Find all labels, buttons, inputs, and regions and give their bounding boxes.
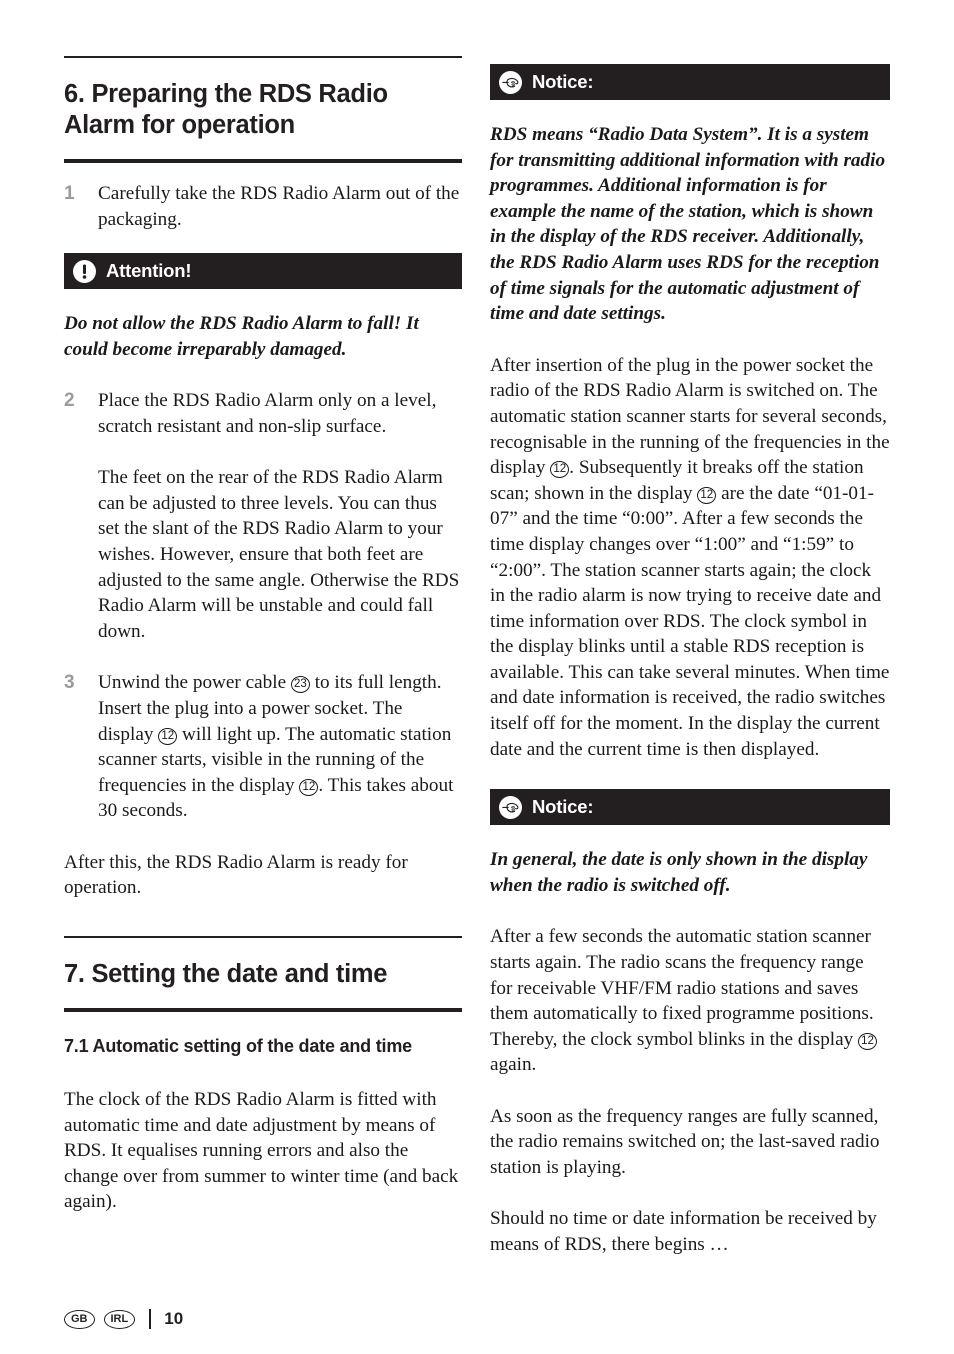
reference-number-23: 23 (290, 676, 310, 694)
list-item-number: 1 (64, 183, 75, 204)
section6-heading: 6. Preparing the RDS Radio Alarm for ope… (64, 80, 388, 139)
section71-heading: 7.1 Automatic setting of the date and ti… (64, 1036, 412, 1057)
list-item-number: 3 (64, 672, 75, 694)
attention-callout-label: Attention! (106, 260, 192, 282)
locale-badge-gb: GB (64, 1309, 95, 1329)
notice-callout-bar: Notice: (490, 64, 890, 100)
notice-callout-bar: Notice: (490, 789, 890, 826)
footer-divider (149, 1309, 152, 1329)
closing-paragraph: After this, the RDS Radio Alarm is ready… (64, 851, 408, 899)
exclamation-circle-icon (73, 259, 96, 283)
reference-number-12: 12 (299, 778, 319, 796)
section71-paragraph: The clock of the RDS Radio Alarm is fitt… (64, 1089, 459, 1213)
list-item-body: Carefully take the RDS Radio Alarm out o… (98, 181, 462, 232)
list-item: 3 Unwind the power cable 23 to its full … (64, 670, 462, 824)
para2-part2: again. (490, 1054, 537, 1076)
list-item-text: Unwind the power cable 23 to its full le… (98, 670, 462, 824)
list-item-body: Place the RDS Radio Alarm only on a leve… (98, 388, 462, 644)
reference-number-12: 12 (697, 486, 717, 504)
section7-heading: 7. Setting the date and time (64, 960, 388, 989)
notice1-text: RDS means “Radio Data System”. It is a s… (490, 124, 886, 325)
section6-top-rule (64, 56, 462, 58)
document-page: 6. Preparing the RDS Radio Alarm for ope… (0, 0, 954, 1354)
left-column: 6. Preparing the RDS Radio Alarm for ope… (64, 56, 462, 1215)
attention-callout-bar: Attention! (64, 253, 462, 290)
right-column: Notice: RDS means “Radio Data System”. I… (490, 56, 890, 1257)
pointing-hand-icon (499, 795, 522, 819)
list-item: 1 Carefully take the RDS Radio Alarm out… (64, 181, 462, 232)
para1-part3: are the date “01-01-07” and the time “0:… (490, 482, 890, 760)
notice2-text: In general, the date is only shown in th… (490, 849, 868, 896)
list-item-text: Place the RDS Radio Alarm only on a leve… (98, 390, 437, 437)
list-item-body: Unwind the power cable 23 to its full le… (98, 670, 462, 824)
reference-number-12: 12 (858, 1032, 878, 1050)
attention-callout-text: Do not allow the RDS Radio Alarm to fall… (64, 313, 419, 360)
notice-callout-label: Notice: (532, 796, 594, 818)
list-item-text: Carefully take the RDS Radio Alarm out o… (98, 183, 460, 230)
notice-callout-label: Notice: (532, 71, 594, 92)
page-number: 10 (164, 1309, 184, 1328)
page-footer: GB IRL 10 (64, 1306, 183, 1332)
list-item-number: 2 (64, 390, 75, 412)
right-paragraph-4: Should no time or date information be re… (490, 1207, 877, 1255)
pointing-hand-icon (499, 70, 522, 94)
reference-number-12: 12 (550, 461, 570, 479)
section7-top-rule (64, 936, 462, 939)
right-paragraph-2: After a few seconds the automatic statio… (490, 924, 890, 1078)
section7-bottom-rule (64, 1008, 462, 1013)
reference-number-12: 12 (158, 727, 178, 745)
list-item-continuation: The feet on the rear of the RDS Radio Al… (98, 467, 460, 642)
right-paragraph-1: After insertion of the plug in the power… (490, 353, 890, 763)
para2-part1: After a few seconds the automatic statio… (490, 926, 874, 1050)
section6-bottom-rule (64, 159, 462, 163)
list-item: 2 Place the RDS Radio Alarm only on a le… (64, 388, 462, 644)
locale-badge-irl: IRL (103, 1309, 136, 1329)
item3-text-part1: Unwind the power cable (98, 672, 291, 694)
right-paragraph-3: As soon as the frequency ranges are full… (490, 1105, 880, 1178)
